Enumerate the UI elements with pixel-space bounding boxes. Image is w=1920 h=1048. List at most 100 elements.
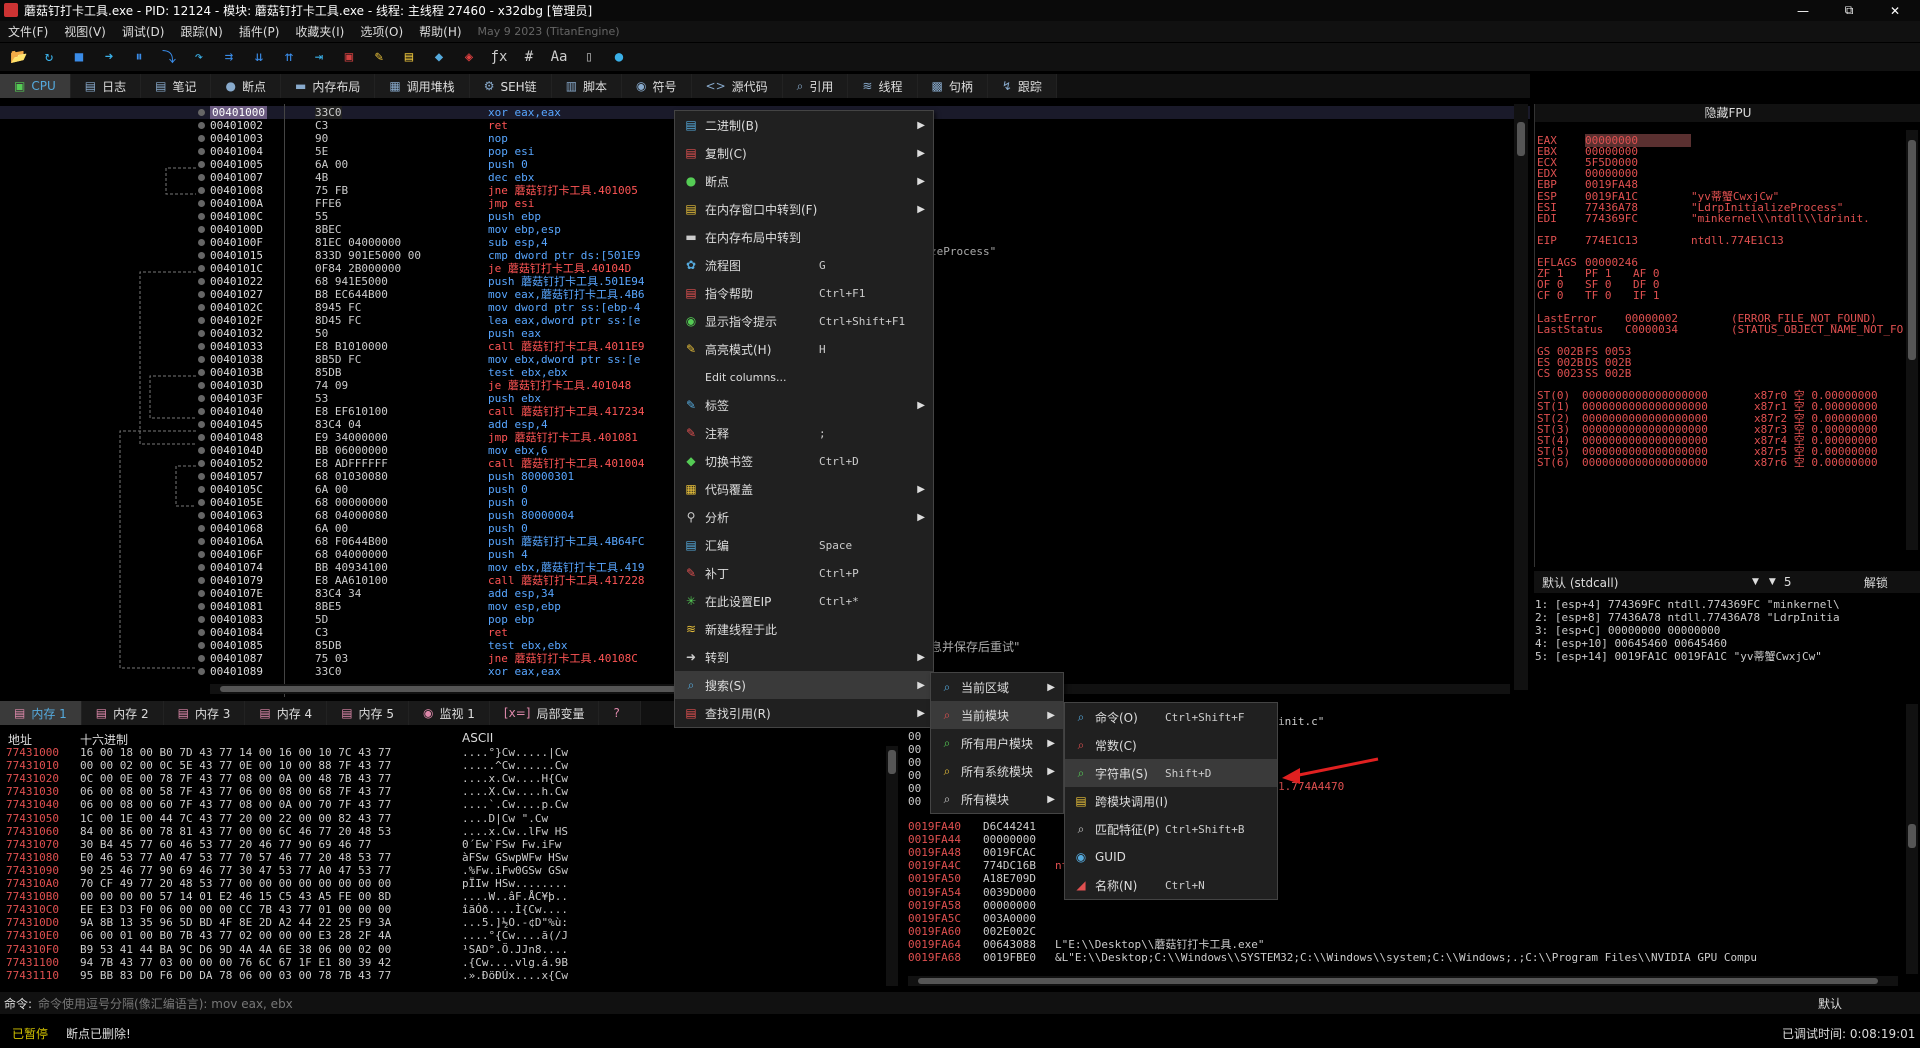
menu-item[interactable]: ≋ 新建线程于此 (675, 615, 933, 643)
dump-row[interactable]: 77431050 1C 00 1E 00 44 7C 43 77 20 00 22… (6, 812, 548, 825)
function-icon[interactable]: ◈ (456, 46, 482, 68)
menu-item[interactable]: 选项(O) (352, 23, 411, 40)
dump-row[interactable]: 77431010 00 00 02 00 0C 5E 43 77 0E 00 10… (6, 759, 568, 772)
menu-item[interactable]: ▦ 代码覆盖 ▶ (675, 475, 933, 503)
dump-scrollbar[interactable] (886, 746, 898, 986)
breakpoint-dot[interactable] (198, 291, 205, 298)
breakpoint-dot[interactable] (198, 317, 205, 324)
breakpoint-dot[interactable] (198, 668, 205, 675)
menu-item[interactable]: ➜ 转到 ▶ (675, 643, 933, 671)
menu-item[interactable]: ✎ 注释; (675, 419, 933, 447)
stop-icon[interactable]: ■ (66, 46, 92, 68)
menu-item[interactable]: 帮助(H) (411, 23, 469, 40)
menu-item[interactable]: 调试(D) (114, 23, 173, 40)
menu-item[interactable]: 视图(V) (56, 23, 114, 40)
stack-row[interactable]: 0019FA50 A18E709D (908, 872, 1055, 885)
menu-item[interactable]: ▤ 二进制(B) ▶ (675, 111, 933, 139)
tab-12[interactable]: ▩ 句柄 (917, 74, 988, 98)
menu-item[interactable]: ⌕ 命令(O) Ctrl+Shift+F (1065, 703, 1277, 731)
calling-convention-select[interactable]: 默认 (stdcall) (1542, 574, 1752, 591)
disasm-scrollbar[interactable] (1514, 104, 1528, 690)
breakpoint-dot[interactable] (198, 473, 205, 480)
stack-row[interactable]: 0019FA40 D6C44241 (908, 820, 1055, 833)
breakpoint-dot[interactable] (198, 213, 205, 220)
dump-tab-6[interactable]: [x=] 局部变量 (489, 701, 600, 725)
dump-row[interactable]: 77431110 95 BB 83 D0 F6 D0 DA 78 06 00 03… (6, 969, 568, 982)
menu-item[interactable]: ⌕ 所有用户模块 ▶ (931, 729, 1063, 757)
stack-row[interactable]: 0019FA68 0019FBE0 &L"E:\\Desktop;C:\\Windo… (908, 951, 1757, 964)
dump-tab-1[interactable]: ▤ 内存 2 (81, 701, 164, 725)
breakpoint-dot[interactable] (198, 252, 205, 259)
tab-0[interactable]: ▣ CPU (0, 74, 71, 98)
menu-item[interactable]: ⌕ 字符串(S) Shift+D (1065, 759, 1277, 787)
script-icon[interactable]: Aa (546, 46, 572, 68)
menu-item[interactable]: ✎ 补丁 Ctrl+P (675, 559, 933, 587)
menu-item[interactable]: ▤ 查找引用(R) ▶ (675, 699, 933, 727)
breakpoint-dot[interactable] (198, 265, 205, 272)
menu-item[interactable]: 跟踪(N) (172, 23, 230, 40)
menu-item[interactable]: ✎ 标签 ▶ (675, 391, 933, 419)
menu-item[interactable]: ⌕ 所有模块 ▶ (931, 785, 1063, 813)
command-type-select[interactable]: 默认 (1818, 995, 1842, 1012)
chevron-down-icon[interactable]: ▼ (1769, 577, 1776, 587)
dump-row[interactable]: 77431100 94 7B 43 77 03 00 00 00 76 6C 67… (6, 956, 568, 969)
breakpoint-dot[interactable] (198, 148, 205, 155)
breakpoint-dot[interactable] (198, 525, 205, 532)
breakpoint-dot[interactable] (198, 356, 205, 363)
tab-7[interactable]: ▥ 脚本 (551, 74, 623, 98)
breakpoint-dot[interactable] (198, 395, 205, 402)
maximize-button[interactable]: ⧉ (1826, 0, 1872, 21)
breakpoint-dot[interactable] (198, 135, 205, 142)
menu-item[interactable]: ▬ 在内存布局中转到 (675, 223, 933, 251)
breakpoint-dot[interactable] (198, 564, 205, 571)
hide-fpu-toggle[interactable]: 隐藏FPU (1535, 104, 1920, 122)
tab-1[interactable]: ▤ 日志 (70, 74, 142, 98)
menu-item[interactable]: ▤ 跨模块调用(I) (1065, 787, 1277, 815)
stack-row[interactable]: 0019FA58 00000000 (908, 899, 1055, 912)
breakpoint-dot[interactable] (198, 512, 205, 519)
breakpoint-dot[interactable] (198, 434, 205, 441)
menu-item[interactable]: ⚲ 分析 ▶ (675, 503, 933, 531)
menu-item[interactable]: ▤ 在内存窗口中转到(F) ▶ (675, 195, 933, 223)
breakpoint-dot[interactable] (198, 343, 205, 350)
dump-tab-0[interactable]: ▤ 内存 1 (0, 701, 82, 725)
tab-4[interactable]: ▬ 内存布局 (280, 74, 376, 98)
menu-item[interactable]: ▤ 复制(C) ▶ (675, 139, 933, 167)
breakpoint-dot[interactable] (198, 590, 205, 597)
menu-item[interactable]: Edit columns... (675, 363, 933, 391)
menu-item[interactable]: 收藏夹(I) (287, 23, 352, 40)
dump-row[interactable]: 77431020 0C 00 0E 00 78 7F 43 77 08 00 0A… (6, 772, 568, 785)
trace-into-icon[interactable]: ⇉ (216, 46, 242, 68)
breakpoint-dot[interactable] (198, 460, 205, 467)
stack-hscrollbar[interactable] (908, 976, 1898, 986)
tab-2[interactable]: ▤ 笔记 (141, 74, 212, 98)
menu-item[interactable]: ⌕ 匹配特征(P) Ctrl+Shift+B (1065, 815, 1277, 843)
breakpoint-dot[interactable] (198, 421, 205, 428)
callstack-arg-row[interactable]: 4: [esp+10] 00645460 00645460 (1535, 637, 1727, 650)
dump-tab-5[interactable]: ◉ 监视 1 (408, 701, 490, 725)
breakpoint-dot[interactable] (198, 187, 205, 194)
menu-item[interactable]: ✎ 高亮模式(H) H (675, 335, 933, 363)
dump-row[interactable]: 774310A0 70 CF 49 77 20 48 53 77 00 00 00… (6, 877, 568, 890)
menu-item[interactable]: ▤ 指令帮助 Ctrl+F1 (675, 279, 933, 307)
comment-icon[interactable]: ✎ (366, 46, 392, 68)
step-into-icon[interactable]: ⤵ (156, 46, 182, 68)
menu-item[interactable]: ◉ 显示指令提示 Ctrl+Shift+F1 (675, 307, 933, 335)
callstack-arg-row[interactable]: 3: [esp+C] 00000000 00000000 (1535, 624, 1720, 637)
breakpoint-dot[interactable] (198, 447, 205, 454)
menu-item[interactable]: ✿ 流程图 G (675, 251, 933, 279)
breakpoint-dot[interactable] (198, 642, 205, 649)
dump-row[interactable]: 774310F0 B9 53 41 44 BA 9C D6 9D 4A 4A 6E… (6, 943, 568, 956)
tab-9[interactable]: <> 源代码 (691, 74, 783, 98)
breakpoint-dot[interactable] (198, 330, 205, 337)
dump-tab-2[interactable]: ▤ 内存 3 (163, 701, 246, 725)
help-icon[interactable]: ● (606, 46, 632, 68)
run-icon[interactable]: ➜ (96, 46, 122, 68)
minimize-button[interactable]: — (1780, 0, 1826, 21)
breakpoint-dot[interactable] (198, 486, 205, 493)
menu-item[interactable]: ⌕ 搜索(S) ▶ (675, 671, 933, 699)
pause-icon[interactable]: ⏸ (126, 46, 152, 68)
breakpoint-dot[interactable] (198, 369, 205, 376)
breakpoint-dot[interactable] (198, 226, 205, 233)
breakpoint-dot[interactable] (198, 538, 205, 545)
